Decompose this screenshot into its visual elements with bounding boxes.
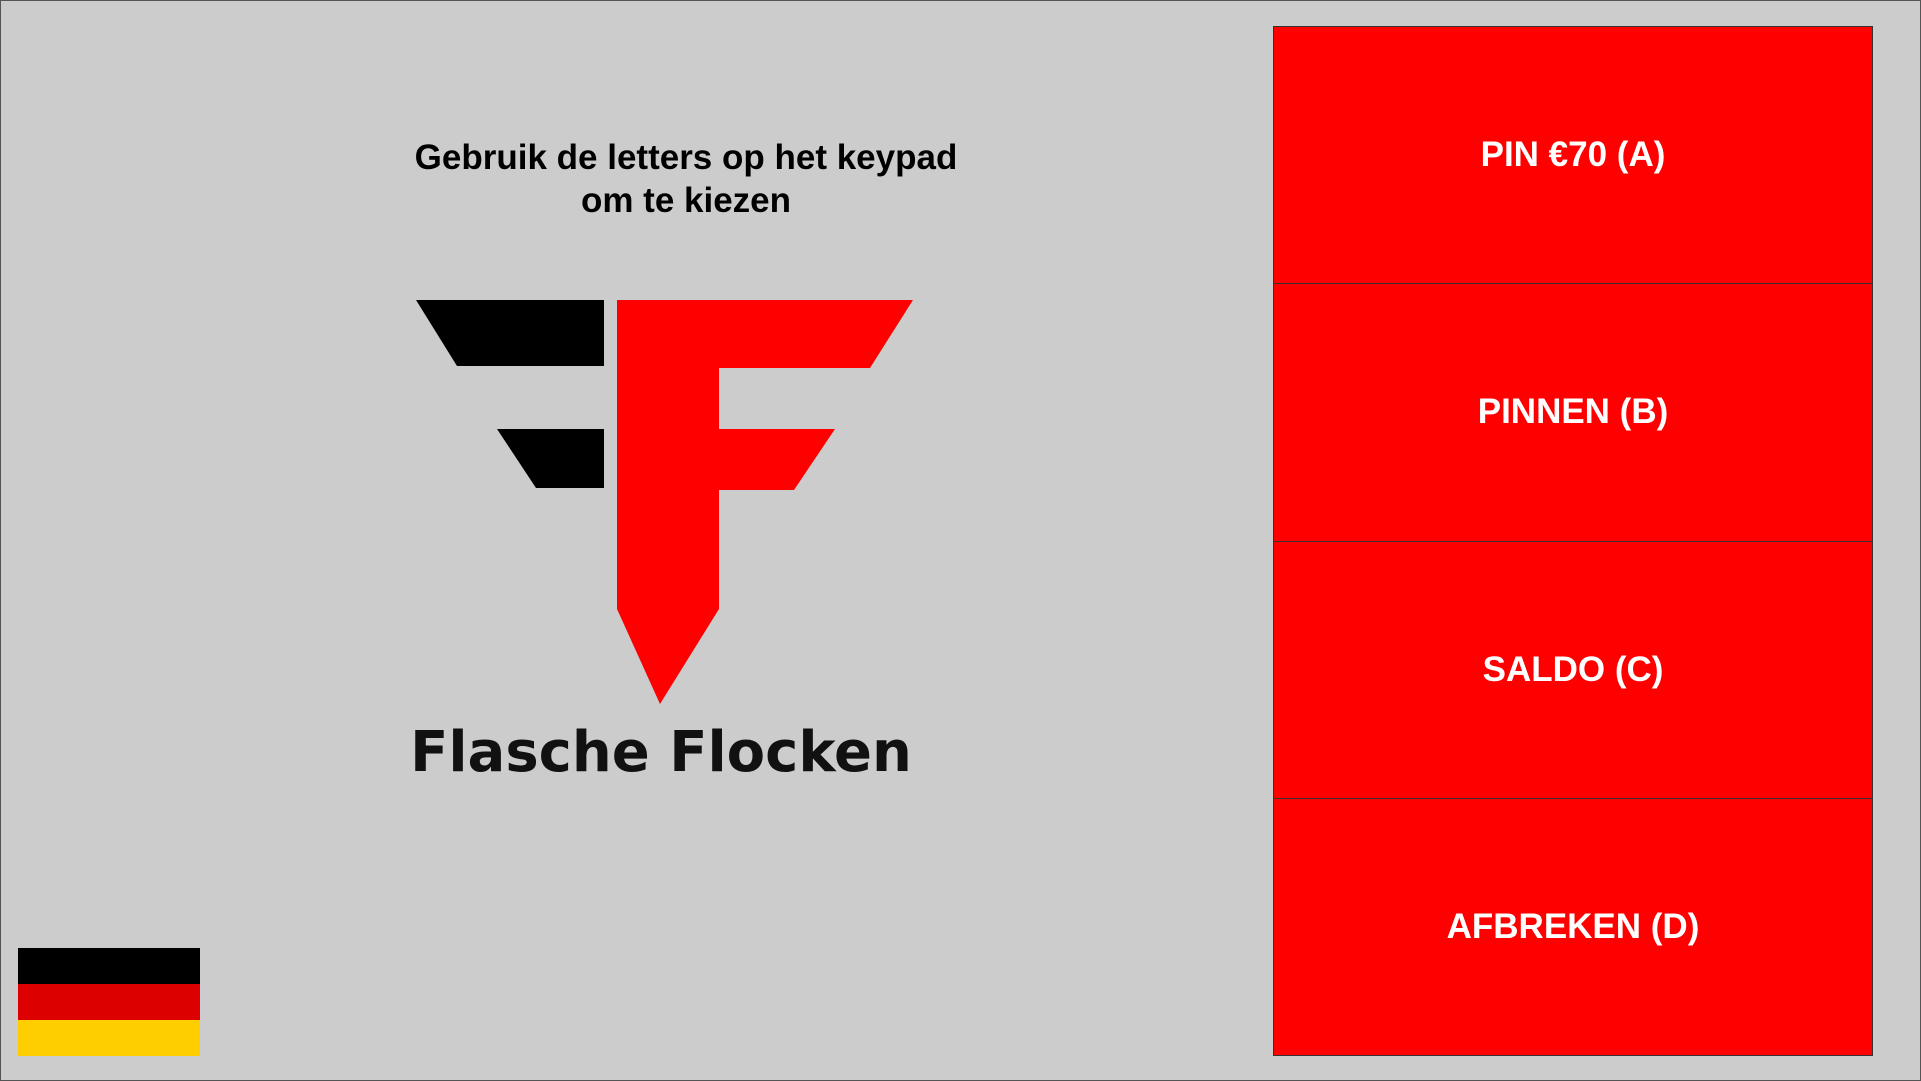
menu-options: PIN €70 (A) PINNEN (B) SALDO (C) AFBREKE…: [1273, 26, 1873, 1056]
instruction-text: Gebruik de letters op het keypad om te k…: [361, 136, 1011, 222]
flasche-flocken-logo: Flasche Flocken: [410, 300, 913, 785]
afbreken-button[interactable]: AFBREKEN (D): [1274, 798, 1872, 1055]
pinnen-button[interactable]: PINNEN (B): [1274, 284, 1872, 542]
logo-brand-name: Flasche Flocken: [410, 720, 912, 785]
instruction-line-1: Gebruik de letters op het keypad: [414, 138, 958, 177]
logo-top-black-bar: [416, 300, 604, 366]
logo-letter-f: [617, 300, 913, 704]
flag-stripe-black: [18, 948, 200, 984]
flag-stripe-red: [18, 984, 200, 1020]
logo-middle-black-bar: [497, 429, 604, 488]
pin-70-button[interactable]: PIN €70 (A): [1274, 27, 1872, 285]
instruction-line-2: om te kiezen: [580, 181, 792, 220]
flag-stripe-gold: [18, 1020, 200, 1056]
german-flag-icon[interactable]: [18, 948, 200, 1056]
saldo-button[interactable]: SALDO (C): [1274, 541, 1872, 799]
atm-screen: Gebruik de letters op het keypad om te k…: [0, 0, 1921, 1081]
